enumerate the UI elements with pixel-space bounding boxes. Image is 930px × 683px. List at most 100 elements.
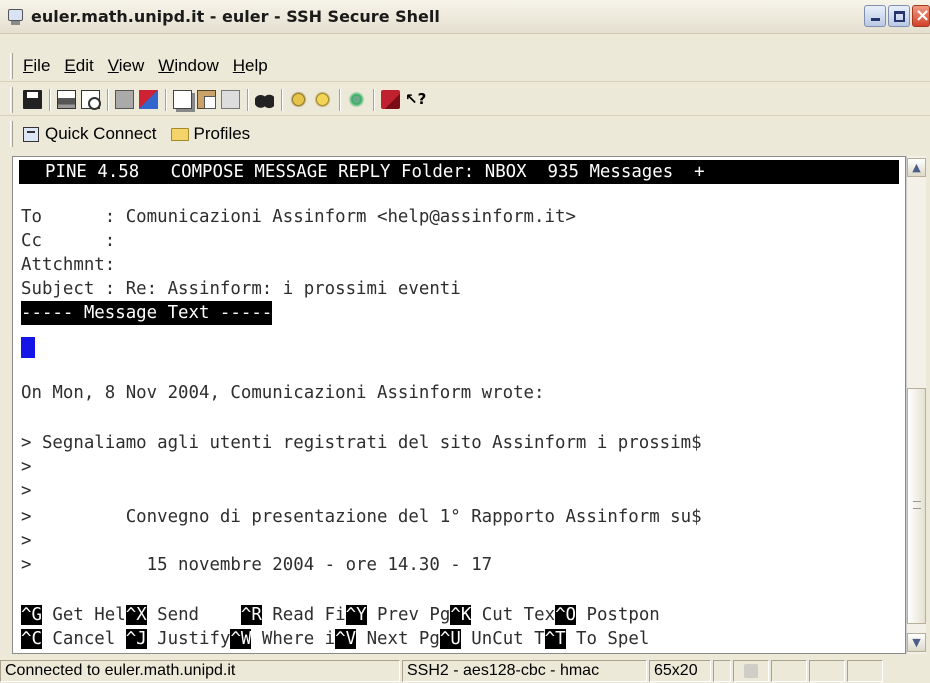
profiles-button[interactable]: Profiles [170,124,250,144]
quick-connect-icon [23,126,39,142]
toolbar-grip[interactable] [10,86,13,113]
shortcut-label: Cancel [41,629,126,649]
quoted-line: > [21,531,32,551]
subject-line: Subject : Re: Assinform: i prossimi even… [21,279,461,299]
shortcut-key[interactable]: ^R [240,605,262,625]
maximize-button[interactable] [888,5,910,27]
shortcut-label: Where i [251,629,336,649]
scroll-down-button[interactable]: ▼ [907,633,926,652]
chevron-down-icon: ▼ [912,636,921,649]
book-icon[interactable] [381,90,400,109]
toolbar-separator [107,88,109,111]
shortcut-label: Postpon [576,605,660,625]
shortcut-key[interactable]: ^X [125,605,147,625]
status-indicator [771,659,807,682]
shortcut-key[interactable]: ^K [450,605,472,625]
grip-icon [913,501,921,509]
shortcut-label: To Spel [565,629,650,649]
toolbar-separator [339,88,341,111]
close-icon: × [915,5,930,26]
quoted-line: > [21,481,32,501]
toolbar-separator [281,88,283,111]
toolbar-separator [165,88,167,111]
shortcut-key[interactable]: ^J [125,629,147,649]
ssh-terminal-icon [6,8,26,26]
print-icon[interactable] [57,90,76,109]
shortcut-label: Read Fi [261,605,346,625]
close-button[interactable]: × [912,5,930,27]
shortcut-key[interactable]: ^U [439,629,461,649]
shortcut-key[interactable]: ^C [21,629,42,649]
shortcut-label: Send [146,605,241,625]
key-icon[interactable] [289,90,308,109]
shortcut-key[interactable]: ^W [230,629,252,649]
scroll-up-button[interactable]: ▲ [907,158,926,177]
context-help-icon[interactable]: ↖? [405,90,426,109]
menu-view[interactable]: View [108,56,145,76]
shortcut-key[interactable]: ^G [21,605,42,625]
pine-header: PINE 4.58 COMPOSE MESSAGE REPLY Folder: … [19,160,899,184]
print-preview-icon[interactable] [81,90,101,110]
shortcut-key[interactable]: ^V [335,629,357,649]
status-indicator [847,659,883,682]
minimize-button[interactable] [864,5,886,27]
status-bar: Connected to euler.math.unipd.it SSH2 - … [0,658,930,683]
shortcut-label: UnCut T [460,629,545,649]
terminal-screen[interactable]: PINE 4.58 COMPOSE MESSAGE REPLY Folder: … [12,156,906,654]
toolbar-grip[interactable] [10,121,13,147]
new-terminal-icon[interactable] [115,90,134,109]
new-file-transfer-icon[interactable] [139,90,158,109]
maximize-icon [894,11,905,22]
status-indicator [809,659,845,682]
quoted-line: > 15 novembre 2004 - ore 14.30 - 17 [21,555,493,575]
status-indicator [713,659,731,682]
shortcut-label: Cut Tex [471,605,556,625]
cipher-status: SSH2 - aes128-cbc - hmac [402,659,647,682]
shortcut-key[interactable]: ^T [544,629,566,649]
host-key-icon[interactable] [313,90,332,109]
menu-window[interactable]: Window [158,56,218,76]
toolbar-separator [247,88,249,111]
quoted-line: > Segnaliamo agli utenti registrati del … [21,433,702,453]
shortcut-label: Get Hel [41,605,126,625]
vertical-scrollbar[interactable]: ▲ ▼ [906,156,926,654]
shortcut-label: Prev Pg [366,605,451,625]
menu-edit[interactable]: Edit [64,56,93,76]
shortcut-key[interactable]: ^O [555,605,577,625]
toolbar: ↖? [0,84,930,116]
menu-help[interactable]: Help [233,56,268,76]
folder-icon [170,127,189,141]
copy-icon[interactable] [173,90,192,109]
attachment-line: Attchmnt: [21,255,116,275]
connection-status: Connected to euler.math.unipd.it [0,659,400,682]
title-bar[interactable]: euler.math.unipd.it - euler - SSH Secure… [0,0,930,34]
shortcut-key[interactable]: ^Y [345,605,367,625]
message-text-divider: ----- Message Text ----- [21,301,273,325]
quick-connect-bar: Quick Connect Profiles [0,118,930,150]
minimize-icon [871,18,880,21]
toolbar-grip[interactable] [10,52,13,79]
status-lock [733,659,769,682]
wrote-line: On Mon, 8 Nov 2004, Comunicazioni Assinf… [21,383,545,403]
quoted-line: > [21,457,32,477]
paste-icon[interactable] [197,90,216,109]
settings-icon[interactable] [347,90,366,109]
quoted-line: > Convegno di presentazione del 1° Rappo… [21,507,702,527]
find-icon[interactable] [255,90,274,109]
chevron-up-icon: ▲ [912,161,921,174]
to-line: To : Comunicazioni Assinform <help@assin… [21,207,576,227]
scroll-thumb[interactable] [907,388,926,624]
menu-bar: File Edit View Window Help [0,50,930,82]
paste-special-icon[interactable] [221,90,240,109]
toolbar-separator [49,88,51,111]
quick-connect-button[interactable]: Quick Connect [23,124,157,144]
cc-line: Cc : [21,231,116,251]
pine-keys-row-2: ^C Cancel ^J Justify^W Where i^V Next Pg… [21,627,649,651]
pine-keys-row-1: ^G Get Hel^X Send ^R Read Fi^Y Prev Pg^K… [21,603,660,627]
window-title: euler.math.unipd.it - euler - SSH Secure… [31,7,440,26]
toolbar-separator [373,88,375,111]
shortcut-label: Next Pg [356,629,440,649]
save-icon[interactable] [23,90,42,109]
menu-file[interactable]: File [23,56,50,76]
text-cursor [21,337,35,358]
